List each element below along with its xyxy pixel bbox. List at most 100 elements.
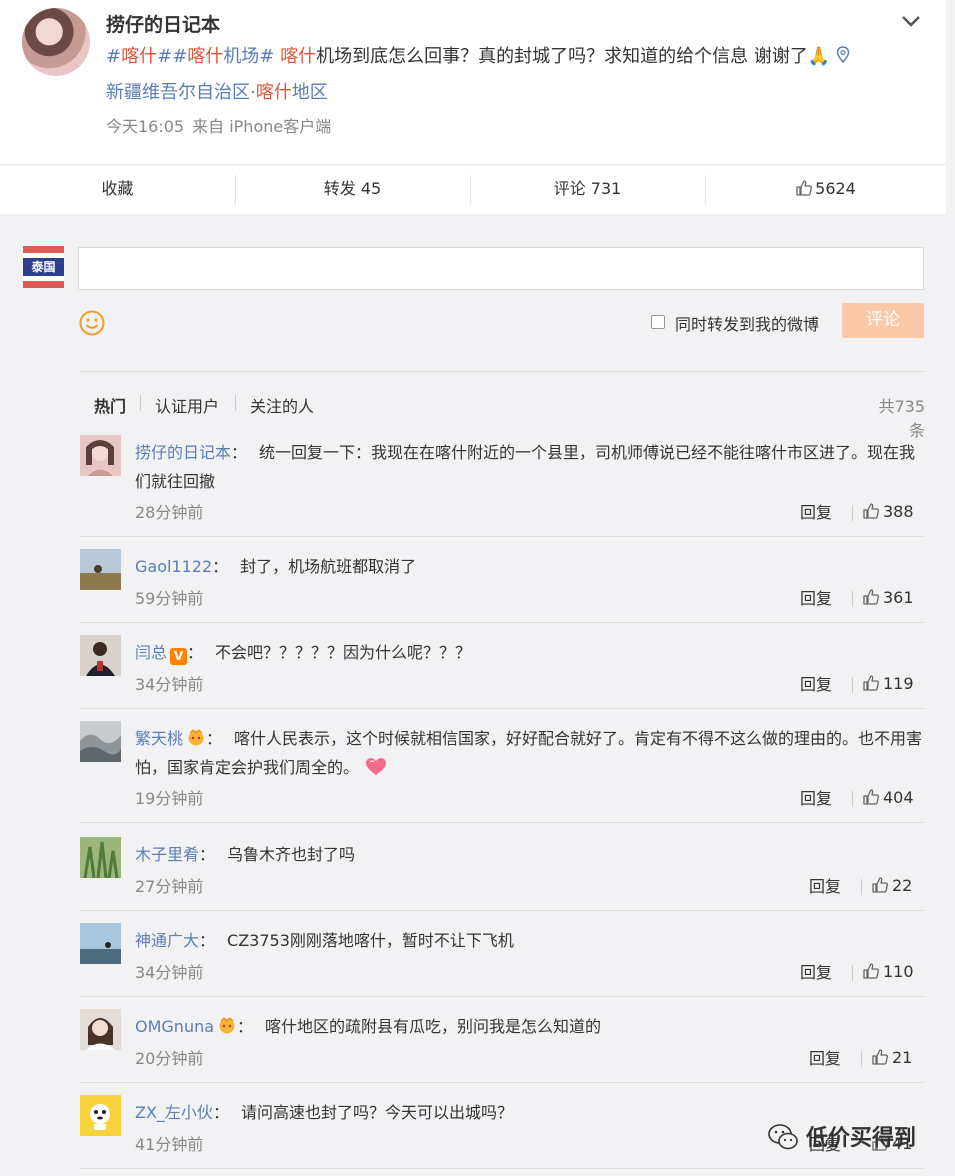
comment-item: Gaol1122： 封了，机场航班都取消了 59分钟前 回复 361 bbox=[80, 549, 925, 623]
divider bbox=[861, 879, 862, 895]
author-avatar[interactable] bbox=[22, 8, 90, 76]
comment-content: 闫总 V：不会吧？？？？？因为什么呢？？？ bbox=[135, 643, 472, 665]
comment-text: 喀什地区的疏附县有瓜吃，别问我是怎么知道的 bbox=[265, 1017, 602, 1036]
divider bbox=[852, 505, 853, 521]
comment-content: OMGnuna：喀什地区的疏附县有瓜吃，别问我是怎么知道的 bbox=[135, 1017, 602, 1036]
chevron-down-icon[interactable] bbox=[900, 11, 922, 31]
avatar[interactable] bbox=[80, 1095, 121, 1136]
comment-user[interactable]: 捞仔的日记本 bbox=[135, 443, 231, 462]
comment-time: 19分钟前 bbox=[135, 789, 204, 808]
smile-icon[interactable] bbox=[79, 310, 105, 336]
reply-button[interactable]: 回复 bbox=[800, 499, 832, 523]
repost-checkbox[interactable] bbox=[651, 315, 665, 329]
comment-text: 乌鲁木齐也封了吗 bbox=[227, 845, 356, 864]
thumb-up-icon bbox=[863, 503, 879, 519]
post-time[interactable]: 今天16:05 bbox=[106, 117, 184, 136]
hashtag-kashgar-airport[interactable]: #喀什机场# bbox=[172, 46, 274, 67]
comment-content: 木子里肴： 乌鲁木齐也封了吗 bbox=[135, 845, 356, 864]
avatar[interactable] bbox=[80, 923, 121, 964]
comment-item: OMGnuna：喀什地区的疏附县有瓜吃，别问我是怎么知道的 20分钟前 回复 2… bbox=[80, 1009, 925, 1083]
thumb-up-icon bbox=[863, 675, 879, 691]
comment-like-button[interactable]: 110 bbox=[862, 962, 914, 981]
location-pin-icon bbox=[837, 46, 850, 64]
comment-like-button[interactable]: 404 bbox=[862, 788, 914, 807]
tab-verified[interactable]: 认证用户 bbox=[155, 393, 219, 417]
comment-user[interactable]: 繁天桃 bbox=[135, 729, 183, 748]
keyword-highlight: 喀什 bbox=[274, 46, 317, 67]
comment-user[interactable]: Gaol1122 bbox=[135, 557, 212, 576]
divider bbox=[852, 677, 853, 693]
divider bbox=[852, 965, 853, 981]
comment-item: 捞仔的日记本： 统一回复一下：我现在在喀什附近的一个县里，司机师傅说已经不能往喀什… bbox=[80, 435, 925, 537]
flag-label: 泰国 bbox=[31, 260, 56, 274]
tab-hot[interactable]: 热门 bbox=[94, 393, 126, 417]
comment-time: 41分钟前 bbox=[135, 1135, 204, 1154]
divider bbox=[861, 1051, 862, 1067]
comment-like-button[interactable]: 119 bbox=[862, 674, 914, 693]
avatar[interactable] bbox=[80, 721, 121, 762]
avatar[interactable] bbox=[80, 837, 121, 878]
reply-button[interactable]: 回复 bbox=[800, 585, 832, 609]
comment-text: 统一回复一下：我现在在喀什附近的一个县里，司机师傅说已经不能往喀什市区进了。现在… bbox=[135, 443, 916, 491]
reply-button[interactable]: 回复 bbox=[800, 785, 832, 809]
comment-user[interactable]: 木子里肴 bbox=[135, 845, 199, 864]
comment-input[interactable] bbox=[78, 247, 924, 290]
repost-label[interactable]: 同时转发到我的微博 bbox=[675, 311, 819, 335]
reply-button[interactable]: 回复 bbox=[800, 671, 832, 695]
favorite-button[interactable]: 收藏 bbox=[0, 165, 235, 215]
pray-emoji: 🙏 bbox=[807, 46, 831, 67]
hashtag-kashgar[interactable]: #喀什# bbox=[106, 46, 172, 67]
post-meta: 今天16:05 来自 iPhone客户端 bbox=[106, 113, 339, 137]
repost-button[interactable]: 转发 45 bbox=[235, 165, 470, 215]
comment-item: 闫总 V：不会吧？？？？？因为什么呢？？？ 34分钟前 回复 119 bbox=[80, 635, 925, 709]
post-source: 来自 iPhone客户端 bbox=[192, 117, 332, 136]
comment-item: 神通广大： CZ3753刚刚落地喀什，暂时不让下飞机 34分钟前 回复 110 bbox=[80, 923, 925, 997]
comment-text: 封了，机场航班都取消了 bbox=[240, 557, 417, 576]
comment-content: Gaol1122： 封了，机场航班都取消了 bbox=[135, 557, 417, 576]
comment-text: 喀什人民表示，这个时候就相信国家，好好配合就好了。肯定有不得不这么做的理由的。也… bbox=[135, 729, 923, 777]
avatar[interactable] bbox=[80, 1009, 121, 1050]
comment-time: 34分钟前 bbox=[135, 675, 204, 694]
avatar[interactable] bbox=[80, 635, 121, 676]
vip-v-icon: V bbox=[170, 648, 188, 665]
watermark: 低价买得到 bbox=[806, 1126, 917, 1151]
tab-following[interactable]: 关注的人 bbox=[250, 393, 314, 417]
comment-user[interactable]: 闫总 bbox=[135, 643, 167, 662]
heart-emoji-icon bbox=[366, 758, 387, 775]
comment-text: 请问高速也封了吗？今天可以出城吗？ bbox=[240, 1103, 513, 1122]
comment-content: 繁天桃：喀什人民表示，这个时候就相信国家，好好配合就好了。肯定有不得不这么做的理… bbox=[135, 729, 923, 777]
post-location[interactable]: 新疆维吾尔自治区·喀什地区 bbox=[106, 78, 328, 104]
comment-user[interactable]: 神通广大 bbox=[135, 931, 199, 950]
thumb-up-icon bbox=[863, 589, 879, 605]
comment-filter-bar: 热门 认证用户 关注的人 共735条 bbox=[80, 371, 925, 440]
submit-comment-button[interactable]: 评论 bbox=[842, 303, 924, 338]
avatar[interactable] bbox=[80, 435, 121, 476]
divider bbox=[852, 591, 853, 607]
post-author[interactable]: 捞仔的日记本 bbox=[106, 10, 220, 37]
comment-item: 木子里肴： 乌鲁木齐也封了吗 27分钟前 回复 22 bbox=[80, 837, 925, 911]
reply-button[interactable]: 回复 bbox=[809, 873, 841, 897]
comment-like-button[interactable]: 388 bbox=[862, 502, 914, 521]
comment-time: 28分钟前 bbox=[135, 503, 204, 522]
reply-button[interactable]: 回复 bbox=[809, 1045, 841, 1069]
reply-button[interactable]: 回复 bbox=[800, 959, 832, 983]
comment-user[interactable]: ZX_左小伙 bbox=[135, 1103, 213, 1122]
comment-like-button[interactable]: 361 bbox=[862, 588, 914, 607]
post-card: 捞仔的日记本 #喀什##喀什机场# 喀什机场到底怎么回事？真的封城了吗？求知道的… bbox=[0, 0, 946, 164]
wechat-icon bbox=[768, 1124, 798, 1150]
thumb-up-icon bbox=[796, 180, 813, 196]
thumb-up-icon bbox=[872, 1049, 888, 1065]
comment-content: 神通广大： CZ3753刚刚落地喀什，暂时不让下飞机 bbox=[135, 931, 514, 950]
comment-like-button[interactable]: 22 bbox=[871, 876, 912, 895]
comment-time: 59分钟前 bbox=[135, 589, 204, 608]
post-text: #喀什##喀什机场# 喀什机场到底怎么回事？真的封城了吗？求知道的给个信息 谢谢… bbox=[106, 45, 926, 69]
comment-button[interactable]: 评论 731 bbox=[470, 165, 705, 215]
thumb-up-icon bbox=[863, 963, 879, 979]
divider bbox=[852, 791, 853, 807]
comment-like-button[interactable]: 21 bbox=[871, 1048, 912, 1067]
like-count: 5624 bbox=[815, 179, 856, 198]
action-bar: 收藏 转发 45 评论 731 5624 bbox=[0, 164, 946, 214]
like-button[interactable]: 5624 bbox=[705, 165, 946, 215]
avatar[interactable] bbox=[80, 549, 121, 590]
comment-user[interactable]: OMGnuna bbox=[135, 1017, 214, 1036]
